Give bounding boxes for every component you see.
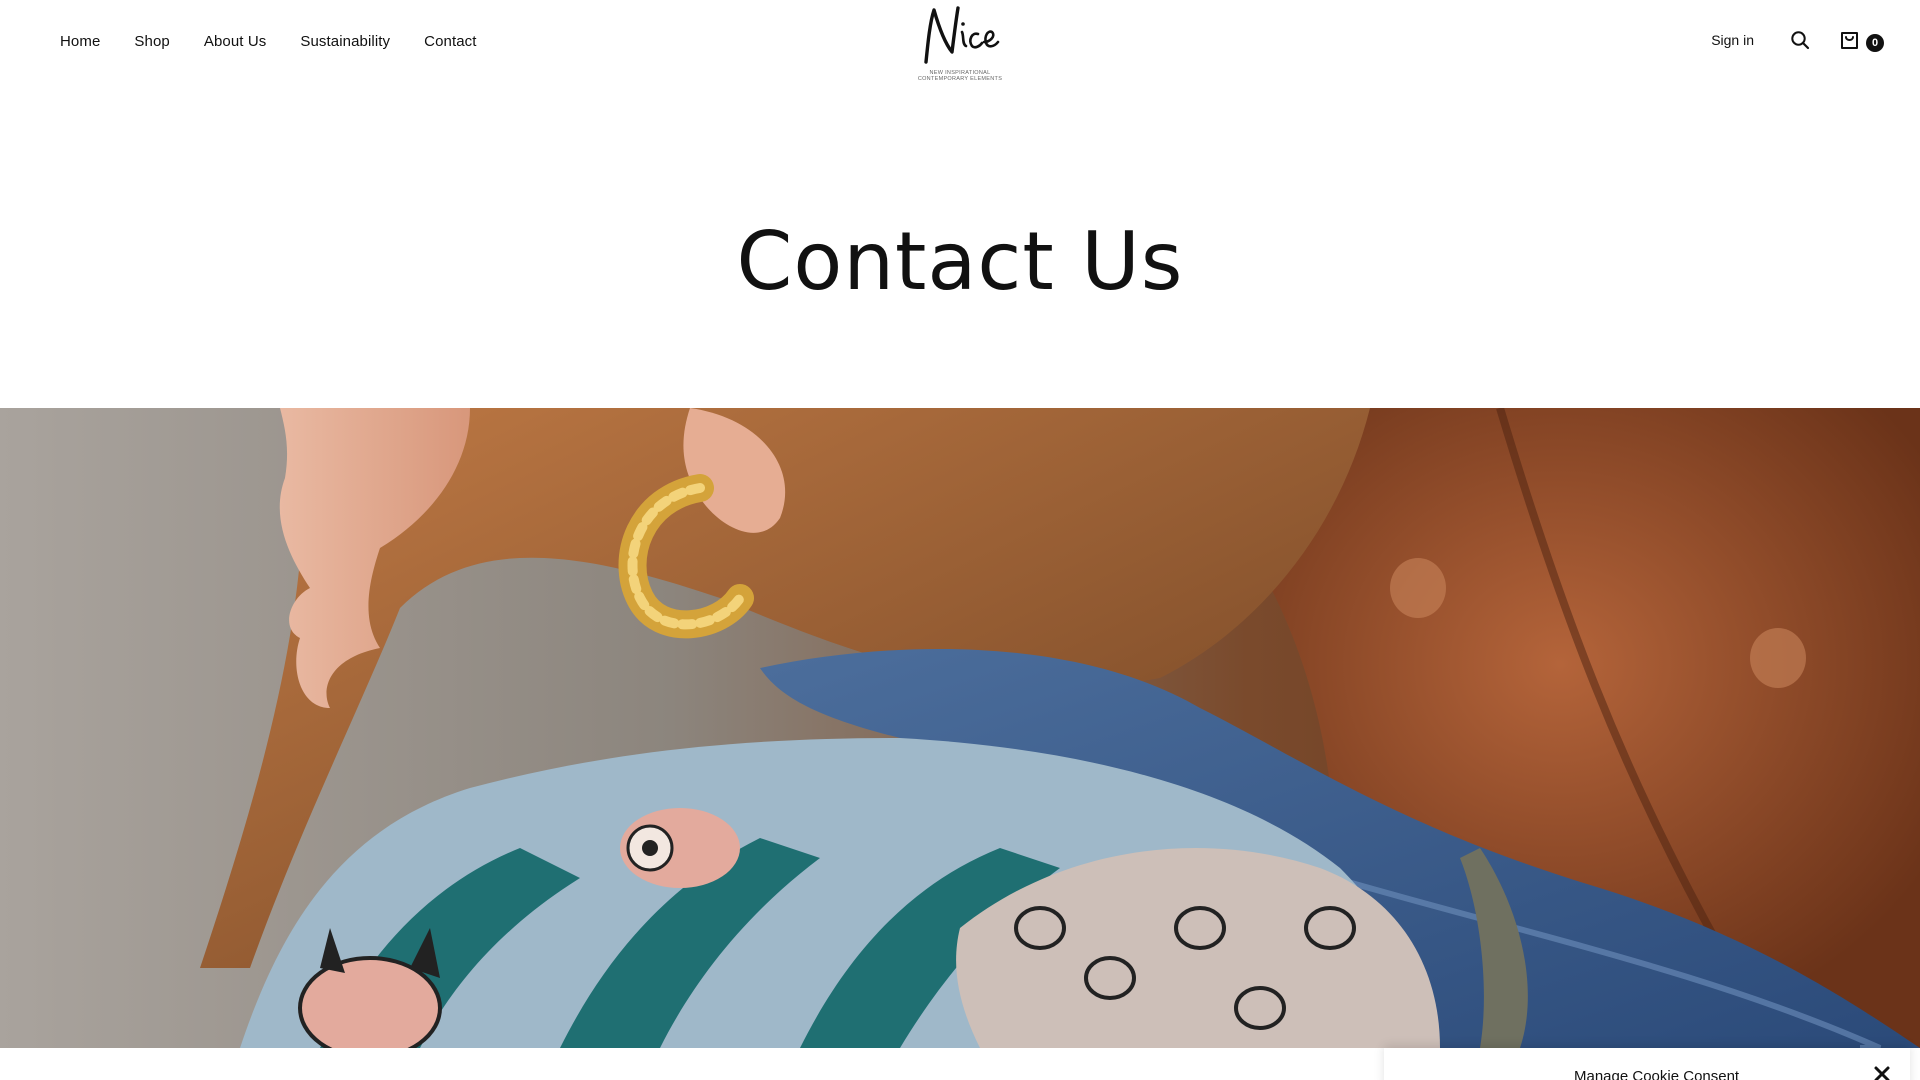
nav-item-shop[interactable]: Shop <box>134 33 169 50</box>
nav-item-contact[interactable]: Contact <box>424 33 476 50</box>
logo-tagline: NEW INSPIRATIONAL CONTEMPORARY ELEMENTS <box>917 70 1003 82</box>
cart-count-badge: 0 <box>1866 34 1884 52</box>
nav-item-sustainability[interactable]: Sustainability <box>300 33 390 50</box>
search-button[interactable] <box>1788 28 1812 52</box>
cookie-consent-banner: Manage Cookie Consent <box>1384 1048 1910 1080</box>
cookie-consent-title: Manage Cookie Consent <box>1574 1068 1740 1080</box>
cookie-close-button[interactable] <box>1872 1064 1892 1080</box>
page-title: Contact Us <box>736 215 1184 308</box>
hero-photo-illustration <box>0 408 1920 1048</box>
nav-item-about-us[interactable]: About Us <box>204 33 267 50</box>
search-icon <box>1791 31 1810 50</box>
header-actions: Sign in 0 <box>1711 28 1884 52</box>
nav-item-home[interactable]: Home <box>60 33 100 50</box>
site-header: Home Shop About Us Sustainability Contac… <box>0 0 1920 90</box>
brand-logo[interactable]: NEW INSPIRATIONAL CONTEMPORARY ELEMENTS <box>912 2 1008 86</box>
hero-image <box>0 408 1920 1048</box>
main-nav: Home Shop About Us Sustainability Contac… <box>60 33 477 50</box>
sign-in-link[interactable]: Sign in <box>1711 32 1754 48</box>
close-icon <box>1874 1066 1890 1080</box>
cart-button[interactable]: 0 <box>1838 28 1884 52</box>
logo-script-mark <box>924 6 1000 64</box>
cart-icon <box>1841 32 1858 49</box>
